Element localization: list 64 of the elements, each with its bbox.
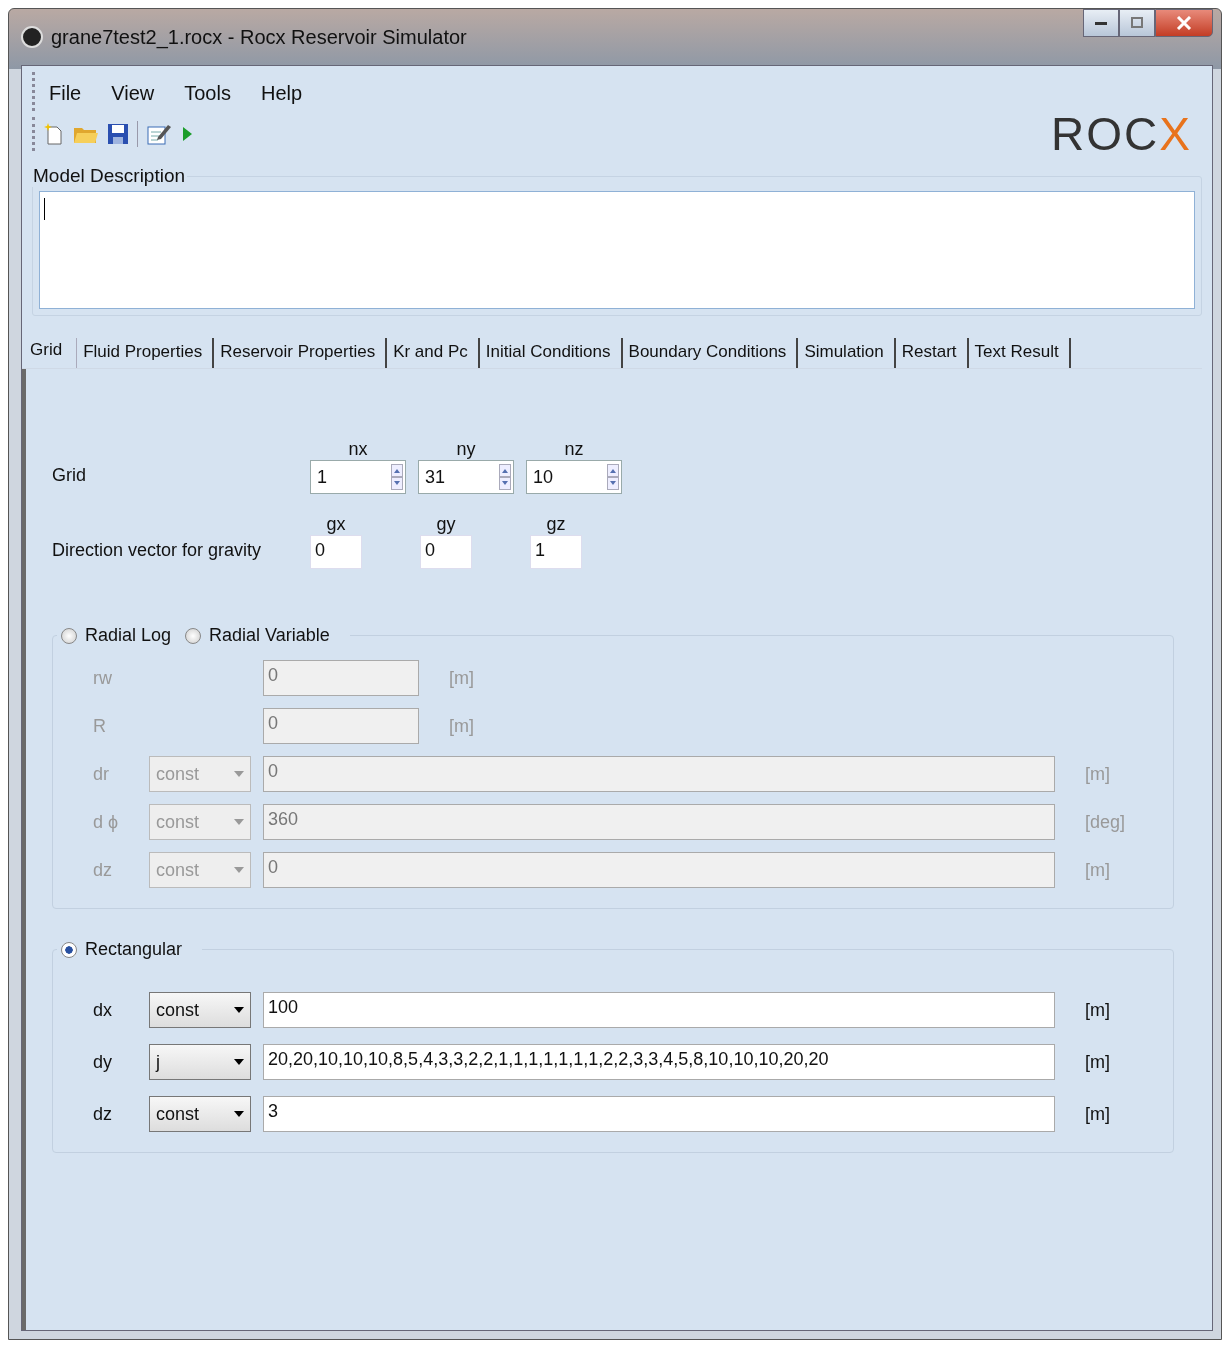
radio-label: Radial Variable <box>209 625 330 646</box>
field-label: nz <box>564 439 584 460</box>
logo: ROCX <box>1051 111 1192 157</box>
input-field[interactable]: 0 <box>310 535 362 569</box>
field-label: gy <box>436 514 456 535</box>
group-label: Model Description <box>32 165 187 187</box>
caret-icon[interactable] <box>234 1059 244 1065</box>
field-label: R <box>93 715 107 737</box>
minimize-button[interactable] <box>1083 9 1119 37</box>
unit-label: [m] <box>1085 859 1111 881</box>
unit-label: [m] <box>1085 1051 1111 1073</box>
field-label: dz <box>93 859 113 881</box>
field-label: dy <box>93 1051 113 1073</box>
field-label: dx <box>93 999 113 1021</box>
radio-label: Rectangular <box>85 939 183 960</box>
menu-item[interactable]: Tools <box>184 82 231 105</box>
save-icon[interactable] <box>107 122 129 146</box>
caret-icon[interactable] <box>234 1007 244 1013</box>
number-spinner[interactable]: 10 <box>526 460 622 494</box>
unit-label: [m] <box>449 715 474 737</box>
spin-arrows-icon[interactable] <box>499 464 511 490</box>
field-label: rw <box>93 667 113 689</box>
radio-button[interactable] <box>61 941 77 958</box>
field-label: Grid <box>52 465 87 487</box>
field-label: dr <box>93 763 110 785</box>
dropdown[interactable]: const <box>149 992 251 1028</box>
maximize-icon[interactable] <box>1130 17 1144 29</box>
field-label: Direction vector for gravity <box>52 540 263 562</box>
input-field[interactable]: 3 <box>263 1096 1055 1132</box>
field-label: nx <box>348 439 368 460</box>
number-spinner[interactable]: 1 <box>310 460 406 494</box>
description-field[interactable] <box>39 191 1195 309</box>
unit-label: [m] <box>1085 763 1111 785</box>
unit-label: [deg] <box>1085 811 1127 833</box>
window-title: grane7test2_1.rocx - Rocx Reservoir Simulator <box>51 25 468 49</box>
dropdown[interactable]: j <box>149 1044 251 1080</box>
dropdown[interactable]: const <box>149 1096 251 1132</box>
spin-arrows-icon[interactable] <box>391 464 403 490</box>
new-file-icon[interactable] <box>43 122 65 146</box>
close-button[interactable] <box>1155 9 1213 37</box>
app-icon <box>21 26 43 48</box>
unit-label: [m] <box>1085 999 1111 1021</box>
menu-item[interactable]: File <box>49 82 82 105</box>
unit-label: [m] <box>449 667 474 689</box>
input-field[interactable]: 1 <box>530 535 582 569</box>
maximize-button[interactable] <box>1119 9 1155 37</box>
number-spinner[interactable]: 31 <box>418 460 514 494</box>
input-field[interactable]: 20,20,10,10,10,8,5,4,3,3,2,2,1,1,1,1,1,1,1,2,2,3,3,4,5,8,10,10,10,20,20 <box>263 1044 1055 1080</box>
close-icon[interactable] <box>1176 16 1192 30</box>
field-label: ny <box>456 439 476 460</box>
spin-arrows-icon[interactable] <box>607 464 619 490</box>
minimize-icon[interactable] <box>1094 20 1108 26</box>
radio-label: Radial Log <box>85 625 172 646</box>
field-label: d ϕ <box>93 811 120 833</box>
unit-label: [m] <box>1085 1103 1111 1125</box>
input-field[interactable]: 0 <box>420 535 472 569</box>
caret-icon[interactable] <box>234 1111 244 1117</box>
edit-icon[interactable] <box>146 122 172 146</box>
field-label: gz <box>546 514 566 535</box>
menu-item[interactable]: View <box>111 82 155 105</box>
input-field[interactable]: 100 <box>263 992 1055 1028</box>
field-label: gx <box>326 514 346 535</box>
field-label: dz <box>93 1103 113 1125</box>
menu-item[interactable]: Help <box>260 82 303 105</box>
